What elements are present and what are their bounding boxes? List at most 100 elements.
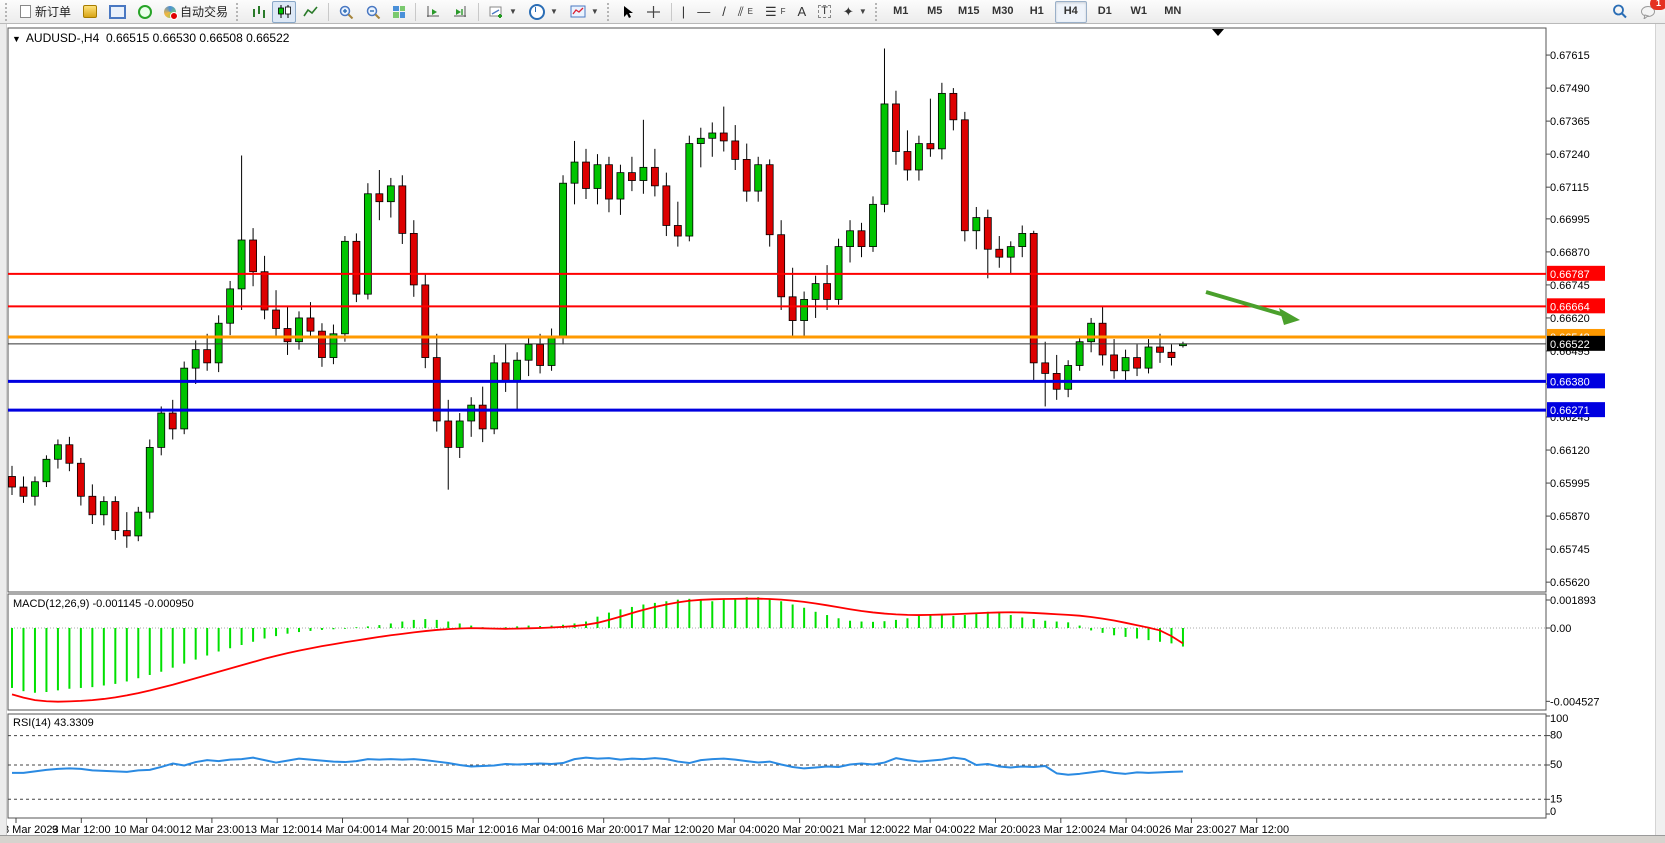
chevron-down-icon: ▼ bbox=[859, 7, 867, 16]
svg-text:-0.004527: -0.004527 bbox=[1550, 696, 1600, 708]
horizontal-line-tool[interactable]: — bbox=[692, 1, 715, 23]
tile-windows-icon bbox=[393, 6, 405, 18]
toolbar-separator bbox=[671, 3, 672, 21]
notifications-button[interactable]: 1 bbox=[1635, 1, 1661, 23]
chevron-down-icon: ▼ bbox=[550, 7, 558, 16]
toolbar-grip bbox=[236, 3, 241, 21]
crosshair-button[interactable] bbox=[641, 1, 666, 23]
line-chart-button[interactable] bbox=[298, 1, 323, 23]
fibo-sub-label: F bbox=[781, 7, 786, 16]
toolbar-separator bbox=[328, 3, 329, 21]
bar-chart-button[interactable] bbox=[246, 1, 270, 23]
search-button[interactable] bbox=[1607, 1, 1633, 23]
auto-scroll-button[interactable] bbox=[421, 1, 446, 23]
auto-trading-icon bbox=[164, 6, 176, 18]
channel-sub-label: E bbox=[748, 7, 753, 16]
data-window-icon bbox=[109, 5, 126, 19]
clock-icon bbox=[529, 4, 545, 20]
svg-text:0.67115: 0.67115 bbox=[1550, 182, 1589, 194]
signals-button[interactable] bbox=[133, 1, 157, 23]
tile-windows-button[interactable] bbox=[388, 1, 410, 23]
svg-text:100: 100 bbox=[1550, 713, 1568, 725]
text-label-tool[interactable]: T bbox=[813, 1, 836, 23]
shapes-icon: ✦ bbox=[843, 5, 854, 18]
timeframe-h1[interactable]: H1 bbox=[1021, 1, 1053, 23]
svg-text:0.66120: 0.66120 bbox=[1550, 445, 1590, 457]
text-tool[interactable]: A bbox=[793, 1, 812, 23]
periods-button[interactable]: ▼ bbox=[524, 1, 563, 23]
new-order-button[interactable]: 新订单 bbox=[15, 1, 76, 23]
toolbar-separator bbox=[415, 3, 416, 21]
svg-text:0.66271: 0.66271 bbox=[1550, 405, 1590, 417]
svg-text:0.67490: 0.67490 bbox=[1550, 83, 1590, 95]
signal-icon bbox=[138, 5, 152, 19]
mt4-window: 新订单 自动交易 bbox=[0, 0, 1665, 843]
svg-text:0.66787: 0.66787 bbox=[1550, 269, 1590, 281]
timeframe-h4[interactable]: H4 bbox=[1055, 1, 1087, 23]
equidistant-channel-tool[interactable]: ⫽E bbox=[733, 1, 758, 23]
fibonacci-icon: ☰ bbox=[765, 5, 777, 18]
text-label-icon: T bbox=[818, 5, 831, 18]
search-icon bbox=[1612, 4, 1628, 19]
svg-text:0.67240: 0.67240 bbox=[1550, 149, 1590, 161]
zoom-in-icon bbox=[339, 5, 354, 19]
chart-shift-button[interactable] bbox=[448, 1, 473, 23]
timeframe-mn[interactable]: MN bbox=[1157, 1, 1189, 23]
svg-text:0.65745: 0.65745 bbox=[1550, 544, 1590, 556]
zoom-in-button[interactable] bbox=[334, 1, 359, 23]
trendline-tool[interactable]: / bbox=[717, 1, 731, 23]
timeframe-m5[interactable]: M5 bbox=[919, 1, 951, 23]
channel-icon: ⫽ bbox=[738, 5, 744, 18]
chart-shift-icon bbox=[453, 5, 468, 18]
svg-text:0.66870: 0.66870 bbox=[1550, 247, 1590, 259]
data-window-button[interactable] bbox=[104, 1, 131, 23]
svg-text:0.65995: 0.65995 bbox=[1550, 478, 1590, 490]
candlestick-chart-button[interactable] bbox=[272, 1, 296, 23]
candlestick-icon bbox=[277, 5, 291, 18]
chart-canvas[interactable]: 0.676150.674900.673650.672400.671150.669… bbox=[0, 24, 1665, 843]
arrows-tool[interactable]: ✦▼ bbox=[838, 1, 872, 23]
market-watch-button[interactable] bbox=[78, 1, 102, 23]
auto-scroll-icon bbox=[426, 5, 441, 18]
new-chart-button[interactable]: ▼ bbox=[484, 1, 522, 23]
chevron-down-icon: ▼ bbox=[591, 7, 599, 16]
chart-ohlc-values: 0.66515 0.66530 0.66508 0.66522 bbox=[106, 31, 290, 45]
zoom-out-button[interactable] bbox=[361, 1, 386, 23]
svg-text:0.66745: 0.66745 bbox=[1550, 280, 1590, 292]
svg-text:0.001893: 0.001893 bbox=[1550, 595, 1596, 607]
svg-text:0: 0 bbox=[1550, 806, 1556, 818]
horizontal-line-icon: — bbox=[697, 5, 710, 18]
window-left-edge bbox=[0, 24, 7, 836]
vertical-line-icon: | bbox=[682, 5, 685, 18]
svg-text:0.66995: 0.66995 bbox=[1550, 214, 1590, 226]
timeframe-d1[interactable]: D1 bbox=[1089, 1, 1121, 23]
svg-text:0.00: 0.00 bbox=[1550, 623, 1571, 635]
symbol-dropdown-icon[interactable]: ▼ bbox=[12, 34, 21, 44]
fibonacci-tool[interactable]: ☰F bbox=[760, 1, 791, 23]
toolbar-separator bbox=[478, 3, 479, 21]
trendline-icon: / bbox=[722, 5, 726, 18]
chart-symbol-label: AUDUSD-,H4 bbox=[26, 31, 99, 45]
text-icon: A bbox=[798, 5, 807, 18]
vertical-line-tool[interactable]: | bbox=[677, 1, 690, 23]
svg-text:0.66620: 0.66620 bbox=[1550, 313, 1590, 325]
window-right-edge bbox=[1655, 24, 1665, 836]
toolbar-grip bbox=[607, 3, 612, 21]
rsi-indicator-label: RSI(14) 43.3309 bbox=[13, 717, 94, 729]
timeframe-m30[interactable]: M30 bbox=[987, 1, 1019, 23]
svg-text:0.66664: 0.66664 bbox=[1550, 301, 1590, 313]
toolbar-grip bbox=[5, 3, 10, 21]
svg-text:0.67615: 0.67615 bbox=[1550, 50, 1590, 62]
main-toolbar: 新订单 自动交易 bbox=[0, 0, 1665, 24]
timeframe-w1[interactable]: W1 bbox=[1123, 1, 1155, 23]
svg-text:0.66522: 0.66522 bbox=[1550, 339, 1590, 351]
auto-trading-button[interactable]: 自动交易 bbox=[159, 1, 233, 23]
timeframe-m15[interactable]: M15 bbox=[953, 1, 985, 23]
bar-chart-icon bbox=[251, 5, 265, 18]
zoom-out-icon bbox=[366, 5, 381, 19]
chart-template-icon bbox=[570, 5, 586, 18]
templates-button[interactable]: ▼ bbox=[565, 1, 604, 23]
cursor-button[interactable] bbox=[617, 1, 639, 23]
notification-badge: 1 bbox=[1650, 0, 1665, 10]
timeframe-m1[interactable]: M1 bbox=[885, 1, 917, 23]
